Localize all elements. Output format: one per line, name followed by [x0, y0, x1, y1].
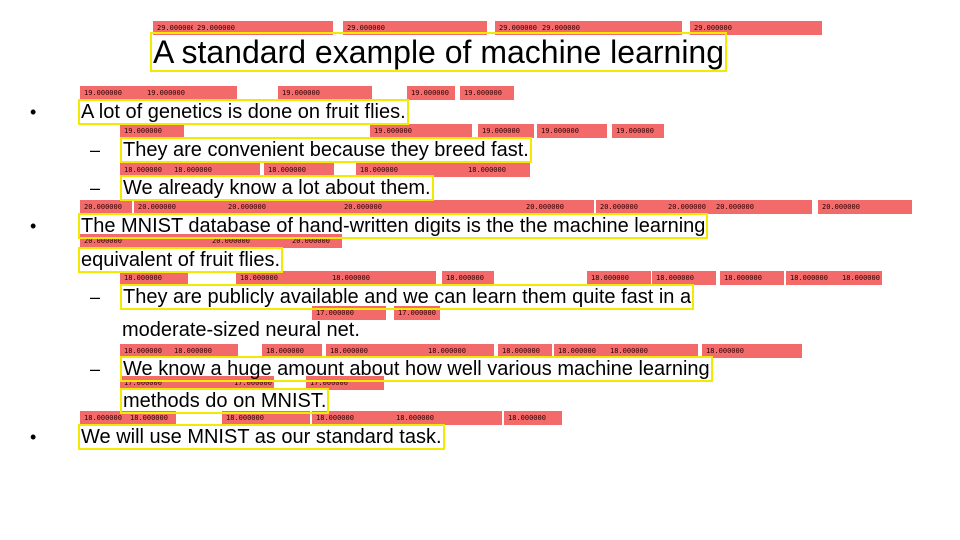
bullet-text: The MNIST database of hand-written digit… — [81, 215, 706, 237]
size-tag: 29.000000 — [153, 21, 193, 35]
size-tag: 18.000000 — [328, 271, 436, 285]
size-tag: 18.000000 — [838, 271, 882, 285]
size-tag: 18.000000 — [652, 271, 716, 285]
size-tag: 18.000000 — [720, 271, 784, 285]
size-tag: 20.000000 — [340, 200, 524, 214]
bullet-item: We will use MNIST as our standard task. — [80, 425, 443, 449]
size-tag: 18.000000 — [120, 163, 170, 177]
size-tag: 18.000000 — [170, 344, 238, 358]
size-tag: 19.000000 — [612, 124, 664, 138]
size-tag: 18.000000 — [424, 344, 494, 358]
size-tag: 20.000000 — [818, 200, 912, 214]
slide-title-text: A standard example of machine learning — [153, 34, 725, 70]
size-tag: 19.000000 — [120, 124, 184, 138]
sub-bullet-item: They are convenient because they breed f… — [122, 138, 530, 162]
bullet-text: A lot of genetics is done on fruit flies… — [81, 101, 406, 123]
size-tag: 18.000000 — [120, 344, 170, 358]
size-tag: 19.000000 — [460, 86, 514, 100]
sub-bullet-text: methods do on MNIST. — [123, 390, 327, 412]
sub-bullet-item: We know a huge amount about how well var… — [122, 357, 711, 381]
bullet-marker: • — [30, 216, 37, 236]
size-tag: 18.000000 — [170, 163, 260, 177]
sub-bullet-text: We know a huge amount about how well var… — [123, 358, 710, 380]
size-tag: 20.000000 — [596, 200, 666, 214]
dash-marker: – — [90, 287, 101, 307]
size-tag: 29.000000 — [495, 21, 539, 35]
size-tag: 20.000000 — [664, 200, 714, 214]
bullet-item: A lot of genetics is done on fruit flies… — [80, 100, 407, 124]
sub-bullet-item: We already know a lot about them. — [122, 176, 432, 200]
size-tag: 18.000000 — [498, 344, 552, 358]
bullet-item: The MNIST database of hand-written digit… — [80, 214, 706, 238]
size-tag: 18.000000 — [392, 411, 502, 425]
size-tag: 18.000000 — [126, 411, 176, 425]
dash-marker: – — [90, 178, 101, 198]
sub-bullet-item-continued: methods do on MNIST. — [122, 389, 327, 413]
size-tag: 18.000000 — [587, 271, 651, 285]
size-tag: 18.000000 — [606, 344, 698, 358]
size-tag: 18.000000 — [554, 344, 608, 358]
size-tag: 19.000000 — [143, 86, 237, 100]
size-tag: 18.000000 — [356, 163, 470, 177]
bullet-marker: • — [30, 427, 37, 447]
size-tag: 19.000000 — [278, 86, 372, 100]
size-tag: 18.000000 — [442, 271, 494, 285]
size-tag: 18.000000 — [80, 411, 128, 425]
size-tag: 20.000000 — [712, 200, 812, 214]
size-tag: 19.000000 — [80, 86, 144, 100]
sub-bullet-text: moderate-sized neural net. — [122, 319, 360, 341]
size-tag: 18.000000 — [786, 271, 838, 285]
bullet-text: We will use MNIST as our standard task. — [81, 426, 442, 448]
size-tag: 18.000000 — [262, 344, 322, 358]
sub-bullet-text: We already know a lot about them. — [123, 177, 431, 199]
sub-bullet-text: They are publicly available and we can l… — [123, 286, 692, 308]
size-tag: 18.000000 — [236, 271, 328, 285]
bullet-item-continued: equivalent of fruit flies. — [80, 248, 281, 272]
slide-title: A standard example of machine learning — [152, 34, 725, 70]
sub-bullet-item-continued: moderate-sized neural net. — [122, 318, 360, 342]
size-tag: 29.000000 — [690, 21, 822, 35]
size-tag: 19.000000 — [370, 124, 472, 138]
size-tag: 19.000000 — [537, 124, 607, 138]
size-tag: 20.000000 — [80, 200, 132, 214]
size-tag: 29.000000 — [538, 21, 682, 35]
size-tag: 18.000000 — [264, 163, 334, 177]
size-tag: 18.000000 — [464, 163, 530, 177]
size-tag: 18.000000 — [326, 344, 424, 358]
size-tag: 18.000000 — [312, 411, 392, 425]
size-tag: 20.000000 — [522, 200, 594, 214]
dash-marker: – — [90, 359, 101, 379]
size-tag: 19.000000 — [407, 86, 455, 100]
size-tag: 20.000000 — [134, 200, 224, 214]
dash-marker: – — [90, 140, 101, 160]
size-tag: 18.000000 — [504, 411, 562, 425]
size-tag: 18.000000 — [120, 271, 188, 285]
size-tag: 18.000000 — [702, 344, 802, 358]
size-tag: 29.000000 — [343, 21, 487, 35]
bullet-marker: • — [30, 102, 37, 122]
sub-bullet-text: They are convenient because they breed f… — [123, 139, 529, 161]
size-tag: 18.000000 — [222, 411, 310, 425]
sub-bullet-item: They are publicly available and we can l… — [122, 285, 692, 309]
bullet-text: equivalent of fruit flies. — [81, 249, 280, 271]
size-tag: 29.000000 — [193, 21, 333, 35]
size-tag: 19.000000 — [478, 124, 534, 138]
size-tag: 20.000000 — [224, 200, 340, 214]
